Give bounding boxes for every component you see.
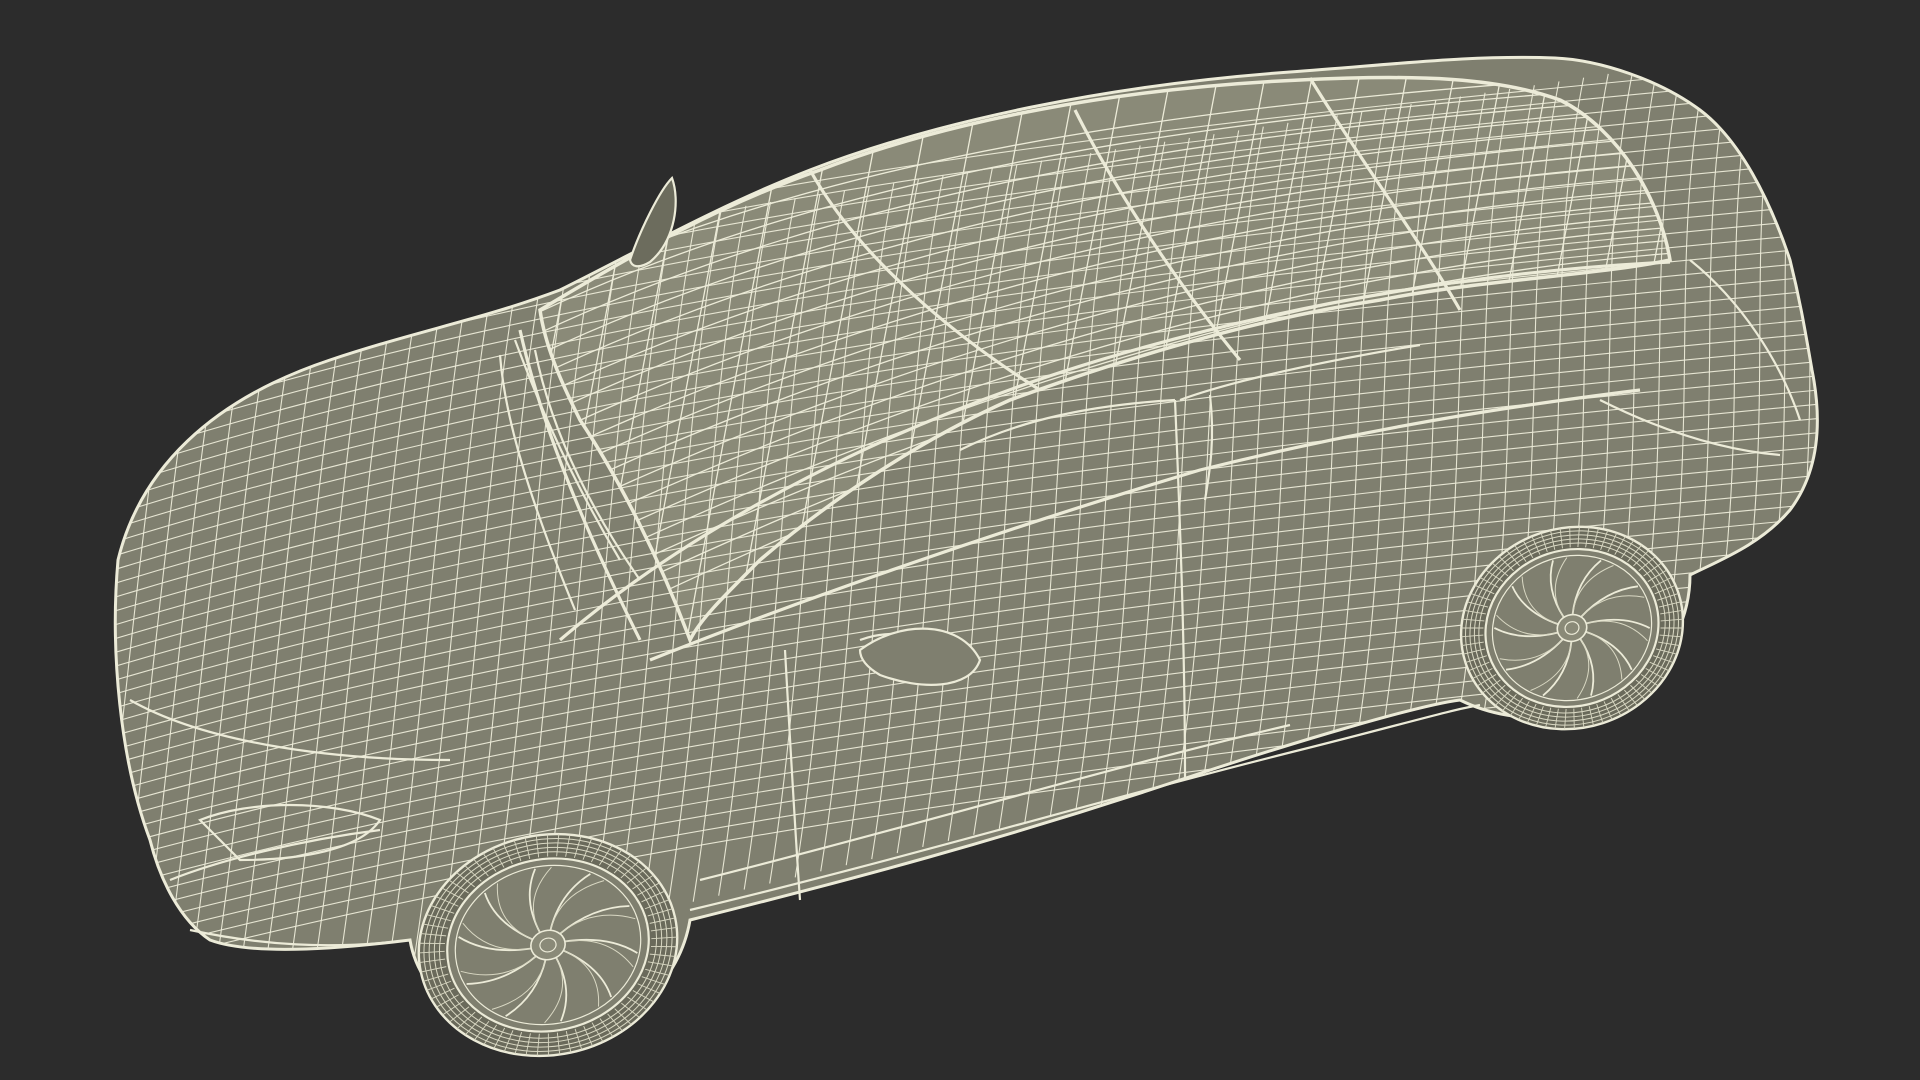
car-model — [113, 55, 1819, 1058]
render-viewport — [0, 0, 1920, 1080]
car-wireframe-render — [113, 55, 1819, 1058]
